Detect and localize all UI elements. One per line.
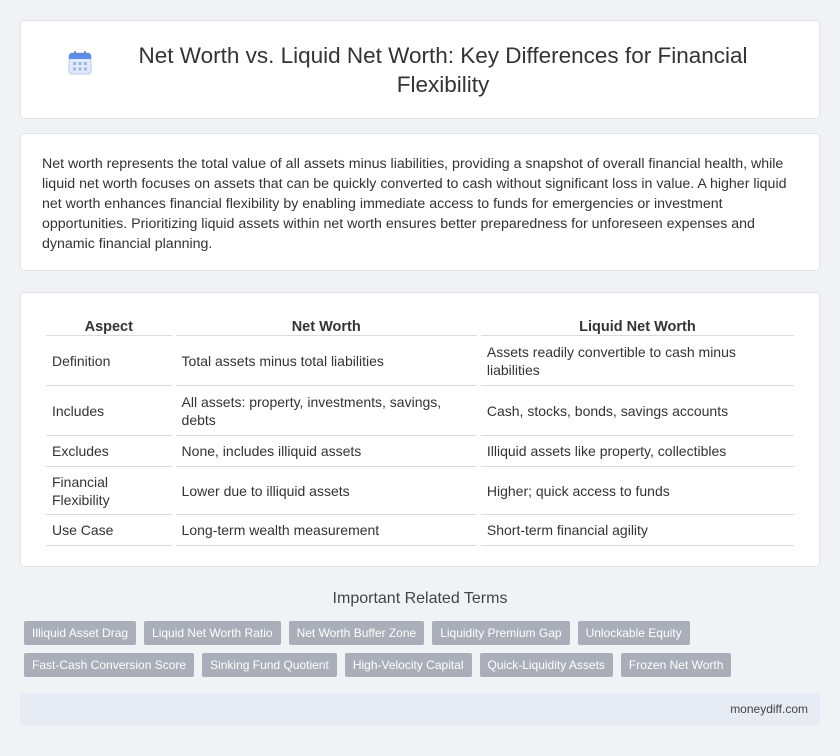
tag-liquidity-premium-gap[interactable]: Liquidity Premium Gap	[432, 621, 570, 645]
table-cell: Definition	[46, 336, 172, 386]
table-cell: Excludes	[46, 436, 172, 467]
table-cell: Long-term wealth measurement	[175, 515, 477, 546]
table-cell: Includes	[46, 386, 172, 436]
tag-row: Illiquid Asset Drag Liquid Net Worth Rat…	[24, 621, 824, 645]
header-net-worth: Net Worth	[175, 317, 477, 336]
tag-quick-liquidity-assets[interactable]: Quick-Liquidity Assets	[479, 653, 613, 677]
table-row: Includes All assets: property, investmen…	[46, 386, 794, 436]
related-terms-title: Important Related Terms	[332, 590, 508, 607]
tag-net-worth-buffer-zone[interactable]: Net Worth Buffer Zone	[288, 621, 425, 645]
header-liquid-net-worth: Liquid Net Worth	[480, 317, 794, 336]
footer-site[interactable]: moneydiff.com	[730, 702, 808, 716]
calendar-icon	[68, 50, 92, 74]
table-row: Excludes None, includes illiquid assets …	[46, 436, 794, 467]
footer: moneydiff.com	[20, 693, 820, 726]
table-cell: Financial Flexibility	[46, 467, 172, 515]
header-aspect: Aspect	[46, 317, 172, 336]
table-row: Use Case Long-term wealth measurement Sh…	[46, 515, 794, 546]
comparison-table: Aspect Net Worth Liquid Net Worth Defini…	[42, 317, 798, 546]
table-cell: Higher; quick access to funds	[480, 467, 794, 515]
tag-liquid-net-worth-ratio[interactable]: Liquid Net Worth Ratio	[144, 621, 281, 645]
tag-unlockable-equity[interactable]: Unlockable Equity	[577, 621, 690, 645]
tag-high-velocity-capital[interactable]: High-Velocity Capital	[344, 653, 472, 677]
page-title: Net Worth vs. Liquid Net Worth: Key Diff…	[138, 42, 748, 97]
tag-frozen-net-worth[interactable]: Frozen Net Worth	[620, 653, 732, 677]
header-card: Net Worth vs. Liquid Net Worth: Key Diff…	[20, 20, 820, 119]
table-row: Financial Flexibility Lower due to illiq…	[46, 467, 794, 515]
table-cell: Illiquid assets like property, collectib…	[480, 436, 794, 467]
table-row: Definition Total assets minus total liab…	[46, 336, 794, 386]
tag-row: Fast-Cash Conversion Score Sinking Fund …	[24, 653, 824, 677]
table-cell: Lower due to illiquid assets	[175, 467, 477, 515]
table-cell: Assets readily convertible to cash minus…	[480, 336, 794, 386]
table-cell: Use Case	[46, 515, 172, 546]
table-cell: None, includes illiquid assets	[175, 436, 477, 467]
tag-sinking-fund-quotient[interactable]: Sinking Fund Quotient	[202, 653, 337, 677]
comparison-card: Aspect Net Worth Liquid Net Worth Defini…	[20, 292, 820, 567]
tag-fast-cash-conversion-score[interactable]: Fast-Cash Conversion Score	[24, 653, 195, 677]
related-terms: Illiquid Asset Drag Liquid Net Worth Rat…	[24, 621, 824, 685]
table-cell: Cash, stocks, bonds, savings accounts	[480, 386, 794, 436]
table-cell: All assets: property, investments, savin…	[175, 386, 477, 436]
table-cell: Total assets minus total liabilities	[175, 336, 477, 386]
intro-card: Net worth represents the total value of …	[20, 133, 820, 271]
table-cell: Short-term financial agility	[480, 515, 794, 546]
tag-illiquid-asset-drag[interactable]: Illiquid Asset Drag	[24, 621, 137, 645]
intro-paragraph: Net worth represents the total value of …	[42, 156, 787, 252]
table-header-row: Aspect Net Worth Liquid Net Worth	[46, 317, 794, 336]
